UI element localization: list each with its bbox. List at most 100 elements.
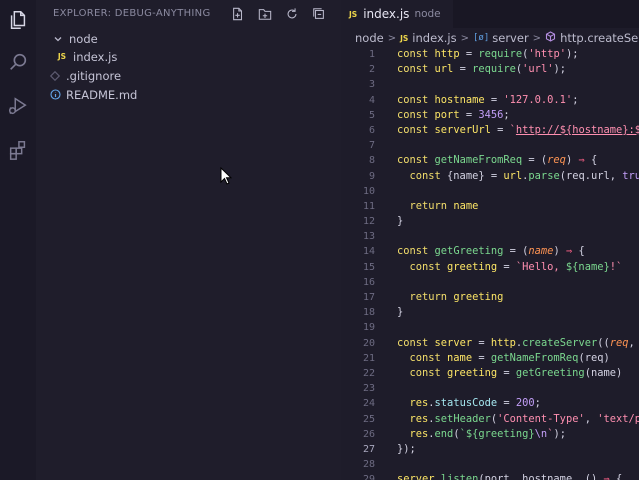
editor-pane: JS index.js node node > JS index.js > [ø… — [341, 0, 639, 480]
code-token: `${greeting} — [459, 427, 535, 440]
code-token: ; — [572, 93, 579, 106]
method-symbol-icon — [545, 31, 556, 45]
code-token: !` — [609, 260, 623, 273]
code-token: } — [397, 306, 404, 319]
line-number: 1 — [368, 49, 375, 60]
tab-label: index.js — [363, 7, 410, 21]
code-line[interactable]: 22 const greeting = getGreeting(name) — [341, 366, 639, 381]
code-line[interactable]: 26 res.end(`${greeting}\n`); — [341, 427, 639, 442]
code-text: const greeting = getGreeting(name) — [397, 366, 623, 381]
breadcrumb-symbol[interactable]: server — [492, 31, 528, 45]
code-text: } — [397, 214, 403, 229]
tree-file-index-js[interactable]: JS index.js — [36, 47, 341, 66]
code-token: = — [459, 48, 479, 60]
code-line[interactable]: 9 const {name} = url.parse(req.url, true — [341, 169, 639, 184]
tree-item-label: README.md — [66, 87, 138, 102]
code-line[interactable]: 2 const url = require('url'); — [341, 62, 639, 77]
code-token: require — [478, 48, 523, 60]
code-token: = — [453, 63, 473, 76]
line-number: 11 — [362, 200, 375, 212]
code-token: const — [397, 48, 435, 60]
tab-bar: JS index.js node — [341, 0, 639, 28]
new-folder-icon[interactable] — [257, 6, 273, 22]
code-line[interactable]: 13 — [341, 229, 639, 244]
code-token: name — [447, 351, 473, 364]
refresh-icon[interactable] — [284, 6, 300, 22]
code-line[interactable]: 7 — [341, 138, 639, 153]
gitignore-file-icon — [47, 68, 63, 84]
code-token: const — [397, 123, 435, 136]
code-token: const — [397, 366, 448, 379]
code-line[interactable]: 25 res.setHeader('Content-Type', 'text/p… — [341, 412, 639, 427]
code-line[interactable]: 16 — [341, 275, 639, 290]
code-editor[interactable]: 1 const http = require('http'); 2 const url… — [341, 47, 639, 480]
code-line[interactable]: 17 return greeting — [341, 290, 639, 305]
code-text: server.listen(port, hostname, () ⇒ { — [397, 472, 622, 480]
code-line[interactable]: 8 const getNameFromReq = (req) ⇒ { — [341, 153, 639, 168]
code-line[interactable]: 4 const hostname = '127.0.0.1'; — [341, 93, 639, 108]
tree-folder-node[interactable]: node — [36, 29, 341, 48]
code-line[interactable]: 14 const getGreeting = (name) ⇒ { — [341, 244, 639, 259]
code-token: req — [547, 154, 566, 167]
breadcrumb-folder[interactable]: node — [355, 31, 384, 45]
chevron-right-icon: > — [532, 32, 542, 44]
code-line[interactable]: 27}); — [341, 442, 639, 457]
code-line[interactable]: 21 const name = getNameFromReq(req) — [341, 351, 639, 366]
code-line[interactable]: 18} — [341, 305, 639, 320]
code-line[interactable]: 24 res.statusCode = 200; — [341, 396, 639, 411]
run-debug-icon[interactable] — [0, 90, 36, 122]
code-token: 'http' — [528, 48, 566, 60]
search-icon[interactable] — [0, 46, 36, 78]
code-text: res.statusCode = 200; — [397, 396, 541, 411]
code-text: res.end(`${greeting}\n`); — [397, 427, 566, 442]
code-token: const — [397, 260, 448, 273]
new-file-icon[interactable] — [230, 6, 246, 22]
code-token: require — [472, 63, 516, 76]
code-line[interactable]: 5 const port = 3456; — [341, 108, 639, 123]
tab-description: node — [414, 8, 441, 20]
javascript-file-icon: JS — [400, 33, 409, 43]
breadcrumb-file[interactable]: index.js — [412, 31, 456, 45]
code-text: const getGreeting = (name) ⇒ { — [397, 244, 585, 259]
code-line[interactable]: 12} — [341, 214, 639, 229]
breadcrumb-method[interactable]: http.createServer() c — [560, 31, 639, 45]
code-line[interactable]: 10 — [341, 184, 639, 199]
code-line[interactable]: 29 server.listen(port, hostname, () ⇒ { — [341, 472, 639, 480]
code-line[interactable]: 20 const server = http.createServer((req,… — [341, 336, 639, 351]
tab-index-js[interactable]: JS index.js node — [341, 0, 453, 28]
code-token: 200 — [515, 397, 535, 410]
code-token: ); — [553, 63, 566, 76]
line-number: 15 — [362, 261, 375, 273]
code-line[interactable]: 19 — [341, 320, 639, 335]
code-token: = — [484, 93, 504, 106]
code-token: getGreeting — [515, 366, 585, 379]
extensions-icon[interactable] — [0, 134, 36, 166]
code-token: getNameFromReq — [434, 154, 523, 167]
code-token: http://${hostname}:${ — [515, 123, 639, 136]
collapse-all-icon[interactable] — [311, 6, 327, 22]
code-text: const http = require('http'); — [397, 47, 578, 62]
tree-file-readme[interactable]: README.md — [36, 85, 341, 104]
chevron-right-icon: > — [460, 32, 469, 44]
code-line[interactable]: 23 — [341, 381, 639, 396]
code-line[interactable]: 6 const serverUrl = `http://${hostname}:$… — [341, 123, 639, 138]
code-line[interactable]: 11 return name — [341, 199, 639, 214]
code-token: const — [397, 351, 448, 364]
chevron-down-icon — [50, 31, 66, 47]
code-line[interactable]: 1 const http = require('http'); — [341, 47, 639, 62]
code-token: 'text/pl — [597, 412, 639, 425]
javascript-file-icon: JS — [349, 9, 358, 19]
tree-file-gitignore[interactable]: .gitignore — [36, 66, 341, 85]
code-text: const {name} = url.parse(req.url, true — [397, 169, 639, 184]
code-token: greeting — [447, 260, 498, 273]
code-line[interactable]: 15 const greeting = `Hello, ${name}!` — [341, 260, 639, 275]
explorer-icon[interactable] — [0, 4, 36, 36]
code-token: const — [397, 93, 435, 106]
code-token: \n — [534, 427, 548, 440]
code-token: name — [528, 245, 554, 258]
line-number: 29 — [362, 474, 375, 480]
code-line[interactable]: 28 — [341, 457, 639, 472]
code-line[interactable]: 3 — [341, 77, 639, 92]
code-token: 3456 — [478, 108, 504, 121]
code-token: , — [628, 336, 635, 349]
